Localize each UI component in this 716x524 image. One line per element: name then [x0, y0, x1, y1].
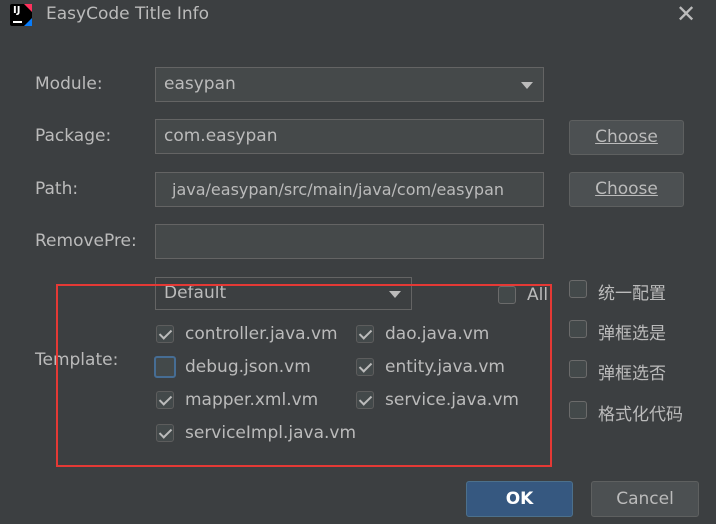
path-choose-label: Choose	[595, 179, 658, 199]
path-choose-button[interactable]: Choose	[569, 172, 684, 207]
option-label: 弹框选是	[598, 324, 666, 344]
package-choose-button[interactable]: Choose	[569, 120, 684, 155]
close-icon[interactable]: ✕	[673, 2, 699, 28]
package-choose-label: Choose	[595, 127, 658, 147]
cancel-button[interactable]: Cancel	[591, 481, 699, 517]
option-checkbox[interactable]	[569, 320, 587, 338]
package-input[interactable]: com.easypan	[155, 119, 544, 154]
option-label: 弹框选否	[598, 364, 666, 384]
option-label: 格式化代码	[598, 405, 683, 425]
ok-button[interactable]: OK	[466, 481, 573, 517]
window-title: EasyCode Title Info	[46, 4, 210, 24]
removepre-label: RemovePre:	[35, 231, 137, 251]
module-select-value: easypan	[164, 74, 236, 94]
removepre-input[interactable]	[155, 224, 544, 259]
option-label: 统一配置	[598, 284, 666, 304]
option-checkbox[interactable]	[569, 360, 587, 378]
option-checkbox[interactable]	[569, 280, 587, 298]
highlight-box	[56, 284, 552, 467]
option-checkbox[interactable]	[569, 401, 587, 419]
module-select[interactable]: easypan	[155, 67, 544, 102]
intellij-app-icon: IJ	[10, 4, 32, 26]
chevron-down-icon	[521, 82, 533, 89]
path-input[interactable]: java/easypan/src/main/java/com/easypan	[155, 172, 544, 207]
path-label: Path:	[35, 179, 79, 199]
title-bar: IJ EasyCode Title Info ✕	[0, 0, 716, 34]
package-label: Package:	[35, 126, 112, 146]
module-label: Module:	[35, 74, 103, 94]
